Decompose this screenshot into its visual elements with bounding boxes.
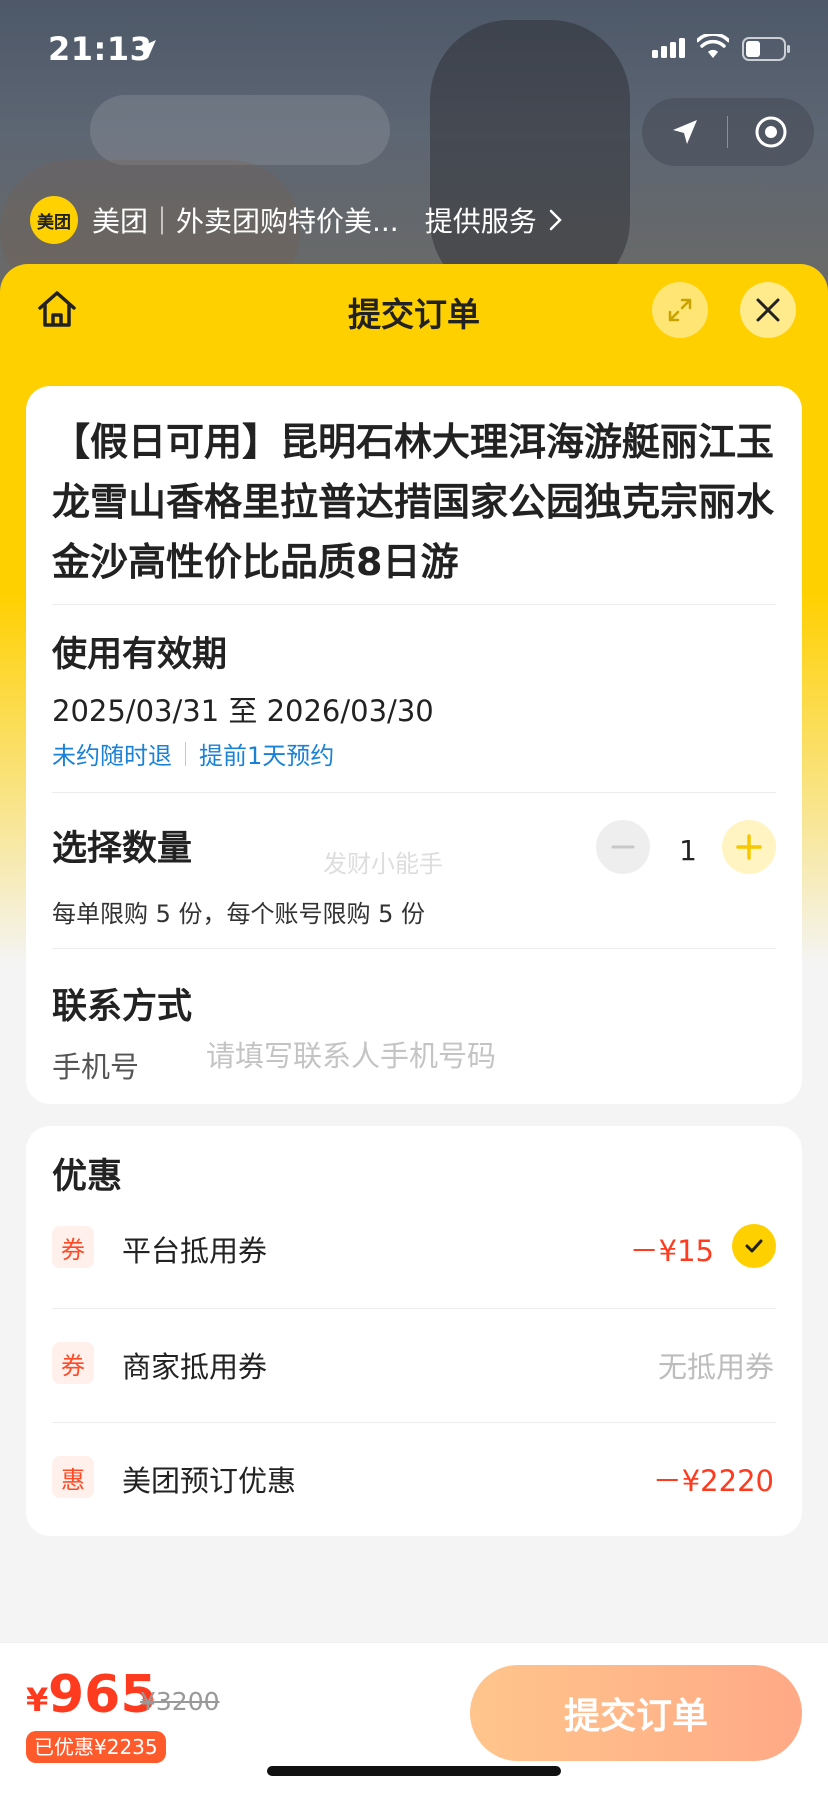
tag-book-ahead[interactable]: 提前1天预约 (199, 736, 334, 771)
tag-separator (185, 741, 186, 766)
divider (52, 948, 776, 949)
divider (52, 1422, 776, 1423)
wifi-icon (697, 34, 729, 58)
phone-input[interactable] (206, 1032, 766, 1080)
location-button[interactable] (642, 98, 727, 166)
tag-refund-anytime[interactable]: 未约随时退 (52, 736, 172, 771)
service-provide-label: 提供服务 (424, 205, 537, 238)
quantity-value: 1 (679, 834, 697, 867)
minus-icon (611, 845, 635, 849)
chevron-right-icon (549, 209, 562, 231)
discount-icon: 惠 (52, 1456, 94, 1498)
watermark-text: 发财小能手 (323, 850, 443, 878)
purchase-limit-text: 每单限购 5 份，每个账号限购 5 份 (52, 900, 426, 928)
original-price: ¥3200 (140, 1687, 220, 1716)
target-circle-icon (755, 116, 786, 148)
close-icon (756, 298, 780, 322)
validity-dates: 2025/03/31 至 2026/03/30 (52, 694, 434, 728)
home-indicator[interactable] (267, 1766, 561, 1776)
miniprogram-capsule (642, 98, 814, 166)
saved-amount-badge: 已优惠¥2235 (26, 1731, 166, 1763)
coupon-value: －¥15 (629, 1234, 714, 1268)
validity-title: 使用有效期 (52, 635, 228, 675)
coupon-label: 商家抵用券 (122, 1350, 268, 1384)
order-info-card: 【假日可用】昆明石林大理洱海游艇丽江玉龙雪山香格里拉普达措国家公园独克宗丽水金沙… (26, 386, 802, 1104)
platform-coupon-row[interactable]: 券 平台抵用券 －¥15 (26, 1202, 802, 1292)
quantity-decrease-button[interactable] (596, 820, 650, 874)
sheet-header: 提交订单 (0, 264, 828, 354)
miniprogram-close-button[interactable] (728, 98, 813, 166)
product-title: 【假日可用】昆明石林大理洱海游艇丽江玉龙雪山香格里拉普达措国家公园独克宗丽水金沙… (52, 420, 775, 584)
expand-button[interactable] (652, 282, 708, 338)
check-glyph-icon (745, 1239, 763, 1253)
divider (52, 604, 776, 605)
checkmark-icon[interactable] (732, 1224, 776, 1268)
coupon-icon: 券 (52, 1226, 94, 1268)
service-name: 美团｜外卖团购特价美... (92, 205, 399, 238)
booking-discount-row[interactable]: 惠 美团预订优惠 －¥2220 (26, 1432, 802, 1522)
coupon-value: －¥2220 (652, 1464, 774, 1498)
merchant-coupon-row[interactable]: 券 商家抵用券 无抵用券 (26, 1318, 802, 1408)
coupon-value: 无抵用券 (657, 1350, 774, 1384)
battery-icon (742, 37, 790, 61)
service-provider-row[interactable]: 美团 美团｜外卖团购特价美... 提供服务 (30, 196, 563, 244)
phone-label: 手机号 (52, 1050, 140, 1084)
plus-icon (736, 834, 762, 860)
bg-blur-shape (90, 95, 390, 165)
meituan-logo: 美团 (30, 196, 78, 244)
location-arrow-icon (138, 40, 156, 58)
submit-order-button[interactable]: 提交订单 (470, 1665, 802, 1761)
cellular-signal-icon (652, 38, 685, 58)
contact-title: 联系方式 (52, 987, 193, 1027)
coupon-icon: 券 (52, 1342, 94, 1384)
divider (52, 792, 776, 793)
navigation-arrow-icon (672, 120, 697, 144)
coupon-label: 美团预订优惠 (122, 1464, 297, 1498)
discount-card: 优惠 券 平台抵用券 －¥15 券 商家抵用券 无抵用券 惠 美团预订优惠 －¥… (26, 1126, 802, 1536)
coupon-label: 平台抵用券 (122, 1234, 268, 1268)
price-currency: ¥ (26, 1681, 49, 1719)
discount-title: 优惠 (52, 1157, 123, 1197)
expand-arrows-icon (668, 298, 692, 322)
divider (52, 1308, 776, 1309)
quantity-increase-button[interactable] (722, 820, 776, 874)
status-bar: 21:13 (0, 0, 828, 100)
quantity-title: 选择数量 (52, 829, 193, 869)
close-button[interactable] (740, 282, 796, 338)
refund-tags: 未约随时退 提前1天预约 (52, 736, 334, 771)
